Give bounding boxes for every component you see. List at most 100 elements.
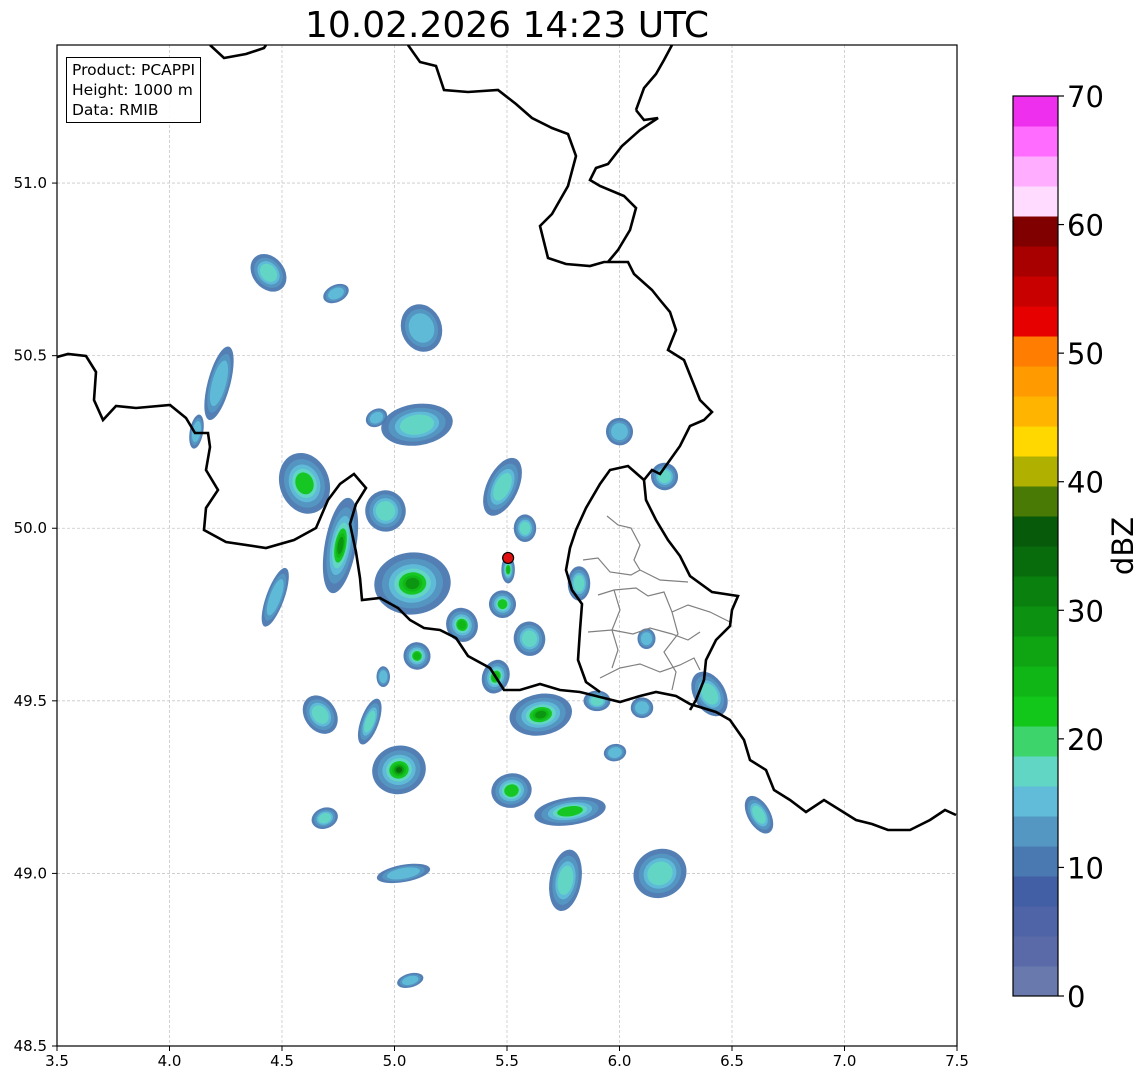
radar-site-marker: [502, 551, 515, 565]
echo-cell: [372, 745, 426, 795]
colorbar-segment: [1013, 966, 1058, 997]
echo-cell: [603, 743, 627, 762]
colorbar-segment: [1013, 576, 1058, 607]
district-boundaries: [582, 515, 731, 691]
echo-cell: [189, 414, 204, 449]
echo-cell: [365, 490, 406, 532]
colorbar-segment: [1013, 156, 1058, 187]
echo-layer-ring: [635, 701, 649, 715]
echo-cell: [483, 457, 522, 516]
echo-cell: [376, 666, 390, 688]
echo-cell: [605, 417, 634, 446]
colorbar-segment: [1013, 336, 1058, 367]
district-boundary-vertical-2: [663, 611, 679, 691]
colorbar-tick-label: 70: [1067, 80, 1104, 114]
colorbar-segment: [1013, 936, 1058, 967]
y-tick-label: 50.0: [14, 519, 47, 537]
colorbar-segment: [1013, 96, 1058, 127]
district-boundary-vertical-1: [611, 589, 621, 669]
x-tick-label: 6.5: [720, 1052, 744, 1070]
echo-layer-ring: [379, 670, 388, 684]
border-netherlands: [209, 45, 268, 60]
colorbar-segment: [1013, 846, 1058, 877]
y-tick-label: 49.5: [14, 692, 47, 710]
data-source-label: Data: RMIB: [72, 101, 159, 119]
colorbar-segment: [1013, 876, 1058, 907]
colorbar-segment: [1013, 276, 1058, 307]
echo-cell: [311, 807, 338, 829]
echo-cell: [374, 552, 451, 615]
x-tick-label: 7.5: [945, 1052, 969, 1070]
colorbar-segment: [1013, 606, 1058, 637]
border-germany-netherlands-limburg: [588, 109, 659, 263]
district-boundary-south: [599, 657, 701, 679]
echo-layer-ring: [519, 521, 531, 535]
colorbar-segment: [1013, 666, 1058, 697]
echo-cell: [691, 671, 728, 717]
echo-cell: [650, 462, 679, 491]
colorbar: 0 10 20 30 40 50 60 70 dBZ: [1012, 80, 1140, 1014]
x-tick-label: 5.5: [495, 1052, 519, 1070]
colorbar-segment: [1013, 306, 1058, 337]
radar-map: 3.5 4.0 4.5 5.0 5.5 6.0 6.5 7.0 7.5 48.5 49.0 49.5 5…: [14, 44, 1140, 1070]
x-tick-label: 5.0: [383, 1052, 407, 1070]
y-tick-label: 51.0: [14, 174, 47, 192]
echo-cell: [549, 849, 582, 912]
x-tick-label: 7.0: [833, 1052, 857, 1070]
colorbar-segment: [1013, 516, 1058, 547]
colorbar-tick-label: 60: [1067, 209, 1104, 243]
height-label: Height: 1000 m: [72, 81, 193, 99]
echo-cell: [630, 697, 654, 719]
echo-cell: [278, 452, 331, 514]
y-tick-label: 50.5: [14, 347, 47, 365]
info-box: Product: PCAPPI Height: 1000 m Data: RMI…: [66, 57, 202, 123]
colorbar-tick-label: 30: [1067, 594, 1104, 628]
product-label: Product: PCAPPI: [72, 61, 196, 79]
colorbar-tick-label: 50: [1067, 337, 1104, 371]
district-boundary-north: [606, 515, 641, 571]
echo-cell: [323, 283, 349, 304]
echo-cell: [633, 848, 687, 899]
x-tick-label: 6.0: [608, 1052, 632, 1070]
colorbar-segment: [1013, 456, 1058, 487]
x-tick-label: 4.5: [270, 1052, 294, 1070]
radar-site-dot: [502, 551, 515, 565]
echo-cell: [397, 972, 424, 988]
border-germany-netherlands-north: [634, 45, 674, 111]
colorbar-segment: [1013, 366, 1058, 397]
colorbar-tick-label: 20: [1067, 723, 1104, 757]
echo-cell: [513, 514, 537, 543]
colorbar-tick-label: 40: [1067, 466, 1104, 500]
echo-cell: [744, 795, 774, 834]
colorbar-tick-label: 10: [1067, 851, 1104, 885]
x-tick-label: 3.5: [45, 1052, 69, 1070]
colorbar-segment: [1013, 216, 1058, 247]
x-tick-label: 4.0: [158, 1052, 182, 1070]
echo-cell: [357, 698, 382, 745]
colorbar-segment: [1013, 246, 1058, 277]
colorbar-segment: [1013, 696, 1058, 727]
axis-ticks: 3.5 4.0 4.5 5.0 5.5 6.0 6.5 7.0 7.5 48.5 49.0 49.5 5…: [14, 174, 969, 1070]
echo-cell: [513, 621, 546, 656]
colorbar-segment: [1013, 636, 1058, 667]
echo-cell: [488, 590, 517, 618]
colorbar-segment: [1013, 126, 1058, 157]
echo-cell: [376, 863, 431, 884]
colorbar-segment: [1013, 786, 1058, 817]
gridlines: [56, 45, 958, 1047]
echo-cell: [250, 253, 287, 292]
colorbar-segment: [1013, 906, 1058, 937]
colorbar-segment: [1013, 426, 1058, 457]
y-tick-label: 48.5: [14, 1037, 47, 1055]
colorbar-segment: [1013, 546, 1058, 577]
colorbar-tick-label: 0: [1067, 980, 1085, 1014]
echo-cell: [400, 304, 443, 352]
echo-cell: [302, 695, 338, 734]
echo-layer-ring: [640, 632, 653, 646]
colorbar-segment: [1013, 726, 1058, 757]
colorbar-segment: [1013, 186, 1058, 217]
echo-cell: [534, 796, 606, 826]
echo-cell: [381, 403, 453, 446]
echo-cell: [509, 693, 572, 736]
echo-layer-ring: [573, 575, 585, 592]
